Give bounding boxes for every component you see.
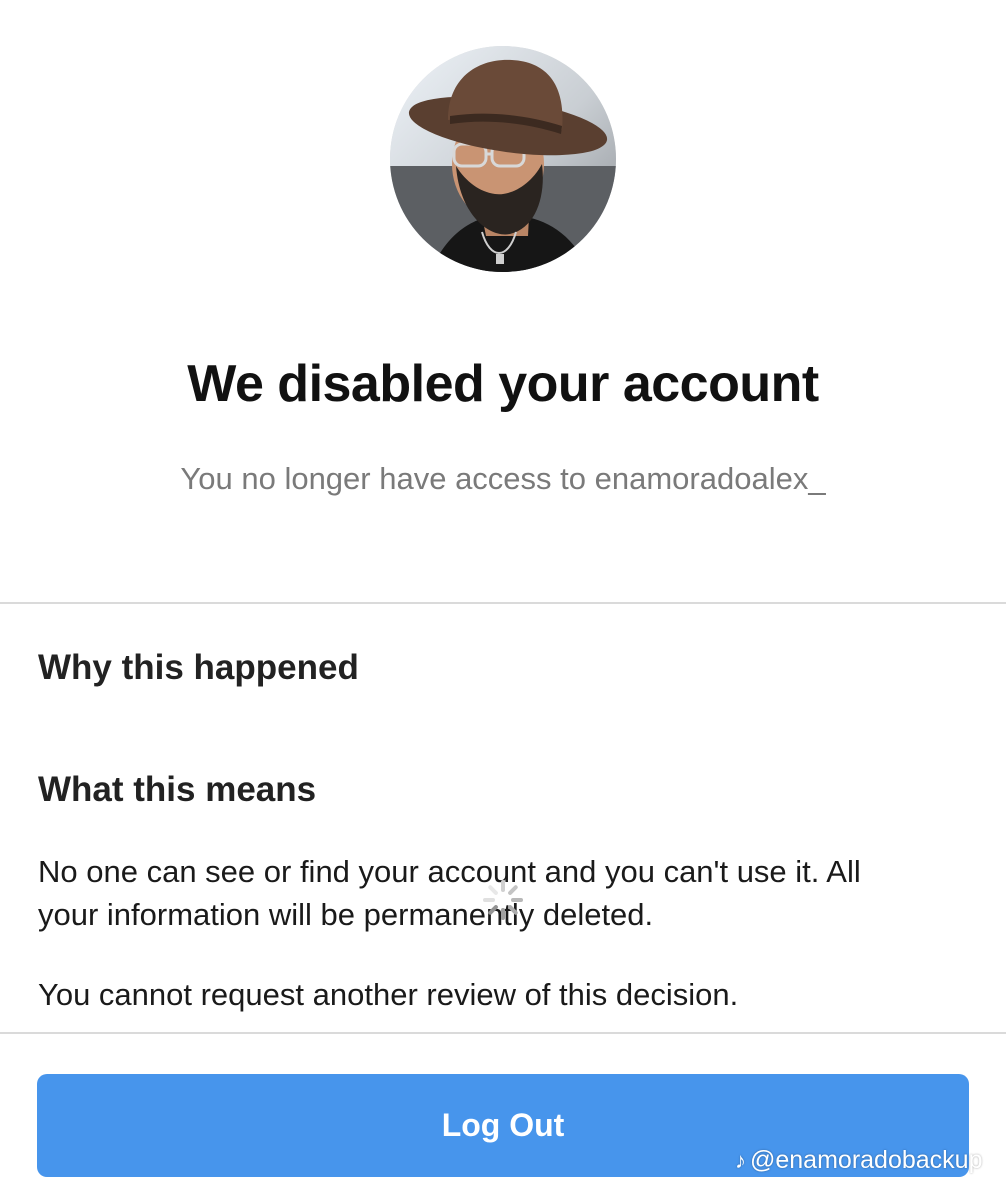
divider-top [0,602,1006,604]
avatar [390,46,616,272]
divider-bottom [0,1032,1006,1034]
watermark: ♪ @enamoradobackup [735,1146,982,1175]
loading-spinner-icon [479,876,527,924]
profile-photo-icon [390,46,616,272]
tiktok-icon: ♪ [735,1147,746,1173]
no-review-paragraph: You cannot request another review of thi… [38,977,739,1012]
page-title: We disabled your account [187,355,819,413]
disabled-account-screen: We disabled your account You no longer h… [0,0,1006,1200]
account-access-subtitle: You no longer have access to enamoradoal… [180,461,826,496]
what-this-means-heading: What this means [38,770,317,809]
watermark-handle: @enamoradobackup [750,1146,983,1174]
why-this-happened-heading: Why this happened [38,648,359,687]
